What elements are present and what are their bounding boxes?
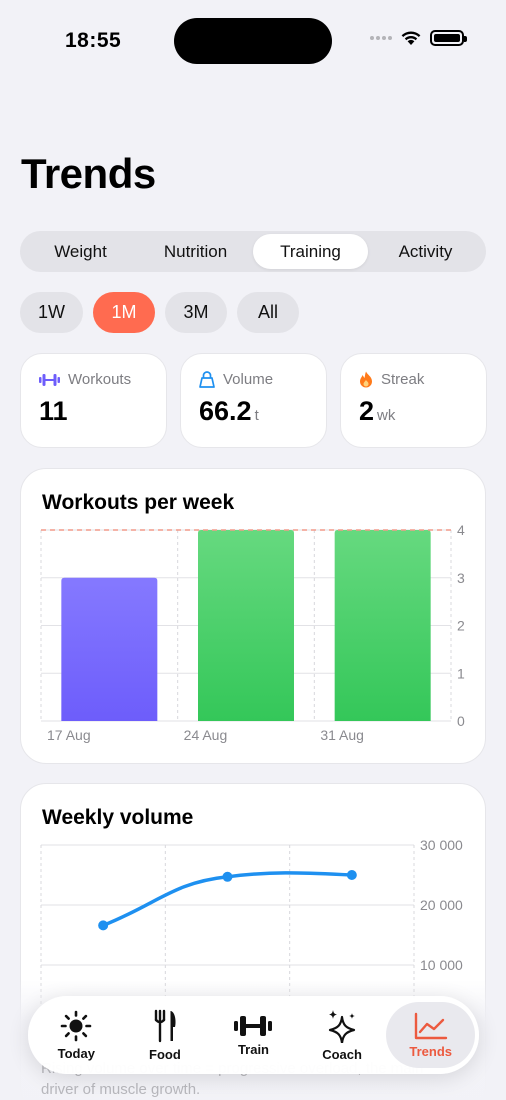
range-chip-1w[interactable]: 1W	[20, 292, 83, 333]
bar	[334, 530, 431, 721]
sun-icon	[60, 1010, 92, 1041]
range-chip-3m[interactable]: 3M	[165, 292, 227, 333]
workouts-chart-card: Workouts per week 0 1 2 3 4 17 Aug 24 Aug 31 Au…	[20, 468, 486, 764]
bar	[61, 577, 158, 721]
y-tick-label: 1	[457, 665, 465, 681]
stat-card-streak[interactable]: Streak 2 wk	[340, 353, 487, 448]
tab-food[interactable]: Food	[121, 1002, 210, 1068]
x-tick-label: 24 Aug	[184, 727, 228, 743]
dumbbell-icon	[39, 373, 60, 386]
bar	[198, 530, 294, 721]
tab-label: Today	[57, 1045, 95, 1061]
tab-label: Food	[149, 1046, 181, 1062]
dumbbell-icon	[234, 1015, 273, 1036]
wifi-icon	[401, 31, 421, 45]
tab-label: Coach	[322, 1046, 362, 1062]
kettlebell-icon	[199, 371, 215, 388]
tab-train[interactable]: Train	[209, 1002, 298, 1068]
dynamic-island	[174, 18, 332, 64]
range-chip-1m[interactable]: 1M	[93, 292, 155, 333]
stat-value: 11	[39, 396, 68, 426]
range-chip-all[interactable]: All	[237, 292, 299, 333]
data-point	[222, 871, 233, 882]
y-tick-label: 30 000	[420, 837, 463, 853]
y-tick-label: 20 000	[420, 897, 463, 913]
stat-label: Streak	[381, 371, 425, 388]
tab-coach[interactable]: Coach	[298, 1002, 387, 1068]
y-tick-label: 3	[457, 570, 465, 586]
stat-unit: t	[254, 407, 259, 424]
battery-icon	[430, 30, 467, 46]
stat-card-volume[interactable]: Volume 66.2 t	[180, 353, 327, 448]
status-icons	[370, 30, 467, 46]
segment-nutrition[interactable]: Nutrition	[138, 234, 253, 269]
y-tick-label: 2	[457, 618, 465, 634]
stat-label: Workouts	[68, 371, 132, 388]
flame-icon	[360, 371, 372, 388]
x-tick-label: 31 Aug	[320, 727, 364, 743]
stat-cards: Workouts 11 Volume 66.2 t Streak 2 wk	[20, 353, 487, 448]
fork-knife-icon	[154, 1009, 176, 1042]
segment-weight[interactable]: Weight	[23, 234, 138, 269]
chart-icon	[414, 1012, 447, 1039]
workouts-bar-chart: 0 1 2 3 4 17 Aug 24 Aug 31 Aug	[40, 522, 465, 743]
tab-bar: Today Food Train Coach Trends	[28, 996, 479, 1074]
range-chips: 1W 1M 3M All	[20, 292, 299, 333]
y-tick-label: 4	[457, 522, 465, 538]
segment-activity[interactable]: Activity	[368, 234, 483, 269]
y-tick-label: 0	[457, 713, 465, 729]
tab-label: Trends	[409, 1043, 452, 1059]
status-time: 18:55	[65, 29, 122, 52]
data-point	[98, 920, 109, 931]
x-tick-label: 17 Aug	[47, 727, 91, 743]
page-title: Trends	[21, 150, 156, 197]
y-tick-label: 10 000	[420, 957, 463, 973]
stat-card-workouts[interactable]: Workouts 11	[20, 353, 167, 448]
metric-segmented-control: Weight Nutrition Training Activity	[20, 231, 486, 272]
tab-label: Train	[237, 1041, 270, 1057]
stat-label: Volume	[223, 371, 274, 388]
tab-trends[interactable]: Trends	[386, 1002, 475, 1068]
segment-training[interactable]: Training	[253, 234, 368, 269]
data-point	[346, 870, 357, 880]
stat-value: 66.2	[199, 396, 252, 426]
tab-today[interactable]: Today	[32, 1002, 121, 1068]
cellular-signal-icon	[370, 36, 392, 40]
stat-unit: wk	[377, 407, 396, 424]
sparkles-icon	[328, 1009, 356, 1043]
stat-value: 2	[359, 396, 375, 426]
